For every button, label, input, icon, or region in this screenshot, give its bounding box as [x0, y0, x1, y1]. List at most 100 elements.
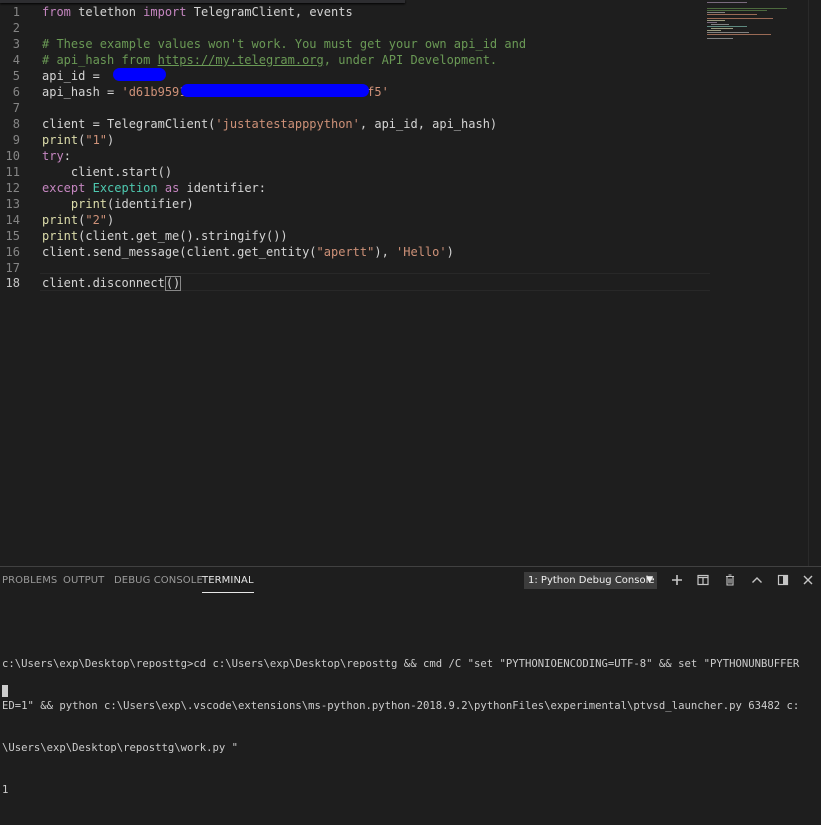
bottom-panel: PROBLEMS OUTPUT DEBUG CONSOLE TERMINAL 1…: [0, 566, 821, 796]
line-number: 3: [12, 37, 20, 51]
code-text: print("1"): [42, 132, 114, 148]
code-text: api_id =: [42, 68, 107, 84]
line-number: 16: [5, 245, 20, 259]
code-token: "2": [85, 213, 108, 227]
code-text: client.start(): [42, 164, 172, 180]
trash-icon[interactable]: [722, 572, 738, 588]
code-token: ): [107, 133, 115, 147]
code-line: 4 # api_hash from https://my.telegram.org…: [0, 52, 710, 68]
code-token: client.send_message(client.get_entity(: [42, 245, 317, 259]
code-token: "apertt": [316, 245, 375, 259]
terminal-line: 1: [2, 784, 9, 796]
code-line: 16 client.send_message(client.get_entity(…: [0, 244, 710, 260]
maximize-icon[interactable]: [775, 572, 791, 588]
code-token: print: [70, 197, 108, 211]
code-token: identifier:: [179, 181, 267, 195]
chevron-up-icon[interactable]: [749, 572, 765, 588]
code-line: 10 try:: [0, 148, 710, 164]
terminal-line: ED=1" && python c:\Users\exp\.vscode\ext…: [2, 700, 800, 712]
code-token: # These example values won't work. You m…: [42, 37, 527, 51]
code-token: ): [107, 213, 115, 227]
tab-terminal[interactable]: TERMINAL: [202, 574, 254, 593]
code-token: api_id =: [42, 69, 108, 83]
line-number: 14: [5, 213, 20, 227]
close-icon[interactable]: [800, 572, 816, 588]
tab-problems[interactable]: PROBLEMS: [2, 574, 57, 592]
line-number: 13: [5, 197, 20, 211]
code-token: (client.get_me().stringify()): [78, 229, 288, 243]
code-token: try: [42, 149, 64, 163]
code-token: print: [42, 213, 79, 227]
terminal-output[interactable]: c:\Users\exp\Desktop\reposttg>cd c:\User…: [2, 629, 817, 825]
minimap[interactable]: [705, 0, 805, 50]
code-editor[interactable]: 1 from telethon import TelegramClient, ev…: [0, 0, 821, 566]
code-token: except: [42, 181, 86, 195]
code-text: print(client.get_me().stringify()): [42, 228, 288, 244]
line-number: 11: [5, 165, 20, 179]
code-line: 5 api_id =: [0, 68, 710, 84]
code-token: TelegramClient, events: [186, 5, 353, 19]
line-number: 15: [5, 229, 20, 243]
line-number: 17: [5, 261, 20, 275]
editor-scrollbar[interactable]: [808, 0, 821, 566]
tab-output[interactable]: OUTPUT: [63, 574, 104, 592]
code-token: ): [446, 245, 454, 259]
editor-tab-strip: [0, 0, 405, 3]
code-token: api_hash =: [42, 85, 122, 99]
line-number: 7: [12, 101, 20, 115]
code-line: 9 print("1"): [0, 132, 710, 148]
code-token: 'Hello': [396, 245, 447, 259]
line-number: 5: [12, 69, 20, 83]
code-line: 3 # These example values won't work. You …: [0, 36, 710, 52]
code-text: client = TelegramClient('justatestapppyt…: [42, 116, 497, 132]
code-token: Exception: [92, 181, 158, 195]
terminal-selector-dropdown[interactable]: 1: Python Debug Console ▼: [524, 572, 657, 589]
line-number: 4: [12, 53, 20, 67]
code-line: 1 from telethon import TelegramClient, ev…: [0, 4, 710, 20]
line-number: 18: [5, 276, 20, 290]
line-number: 12: [5, 181, 20, 195]
code-text: client.disconnect(): [42, 275, 182, 291]
code-line: 15 print(client.get_me().stringify()): [0, 228, 710, 244]
code-token: client = TelegramClient(: [42, 117, 216, 131]
code-token: ),: [374, 245, 397, 259]
tab-debug-console[interactable]: DEBUG CONSOLE: [114, 574, 203, 592]
code-token: "1": [85, 133, 108, 147]
terminal-line: \Users\exp\Desktop\reposttg\work.py ": [2, 742, 238, 754]
code-token: (identifier): [107, 197, 194, 211]
code-line: 18 client.disconnect(): [0, 275, 710, 291]
code-token: as: [164, 181, 180, 195]
bracket-match-highlight: (): [164, 276, 182, 291]
code-token: 'justatestapppython': [215, 117, 360, 131]
code-line: 11 client.start(): [0, 164, 710, 180]
code-token: client.start(): [42, 165, 173, 179]
code-token: telethon: [70, 5, 144, 19]
line-number: 9: [12, 133, 20, 147]
code-token: client.disconnect: [42, 276, 165, 290]
redaction-mark-api-hash: [181, 84, 369, 97]
code-token: , under API Development.: [323, 53, 498, 67]
code-text: from telethon import TelegramClient, eve…: [42, 4, 353, 20]
split-icon[interactable]: [695, 572, 711, 588]
code-text: try:: [42, 148, 71, 164]
terminal-cursor: [2, 685, 8, 697]
plus-icon[interactable]: [669, 572, 685, 588]
code-text: # These example values won't work. You m…: [42, 36, 526, 52]
code-line: 12 except Exception as identifier:: [0, 180, 710, 196]
code-line: 8 client = TelegramClient('justatestapppy…: [0, 116, 710, 132]
code-line: 14 print("2"): [0, 212, 710, 228]
line-number: 2: [12, 21, 20, 35]
code-token: print: [42, 133, 79, 147]
code-line: 2: [0, 20, 710, 36]
line-number: 6: [12, 85, 20, 99]
code-token: # api_hash from: [42, 53, 158, 67]
code-line: 7: [0, 100, 710, 116]
chevron-down-icon: ▼: [646, 575, 653, 585]
code-token: print: [42, 229, 79, 243]
code-token: 'd61b9591: [121, 85, 187, 99]
line-number: 1: [12, 5, 20, 19]
code-line: 17: [0, 260, 710, 276]
